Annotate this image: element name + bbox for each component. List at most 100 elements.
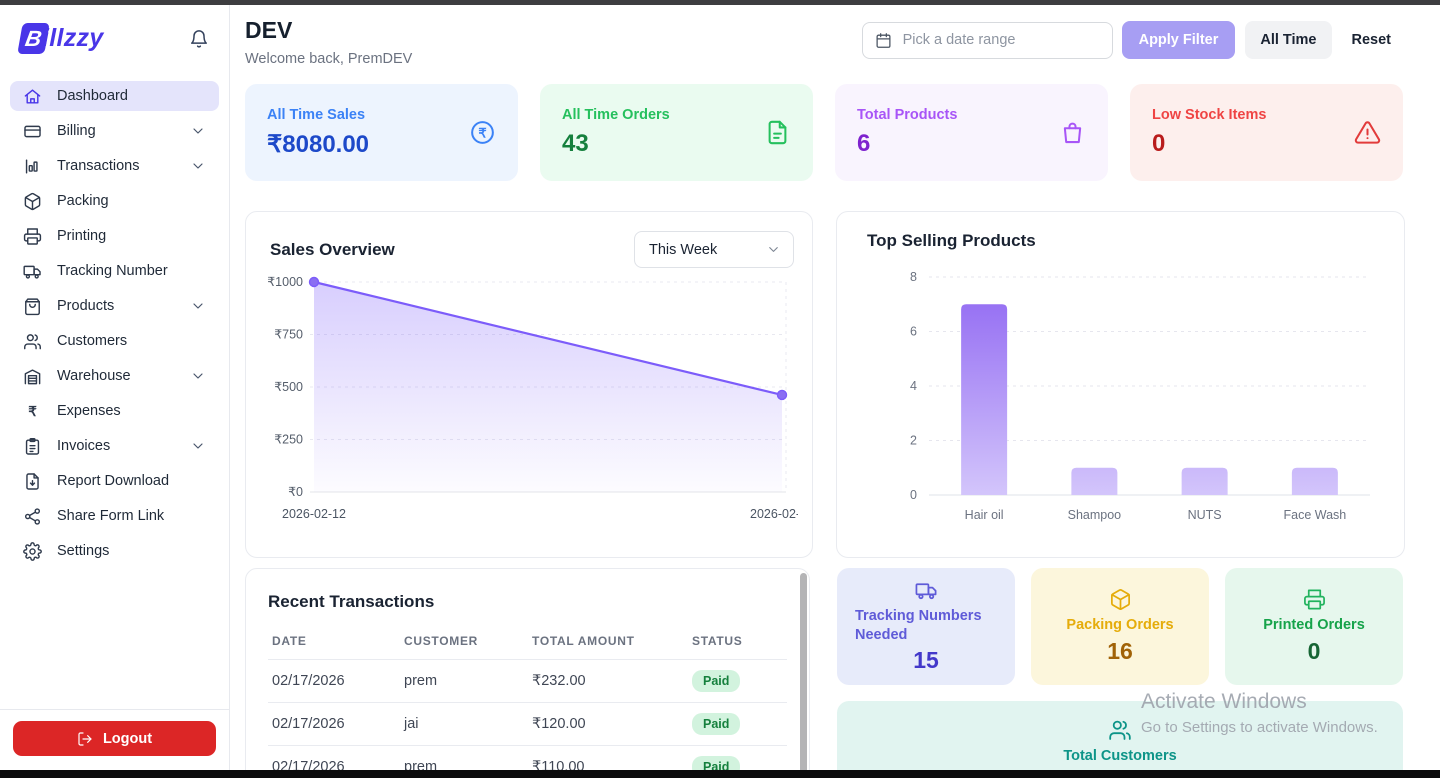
rupee-circle-icon: ₹: [469, 119, 496, 146]
sidebar-item-label: Report Download: [57, 473, 169, 489]
sidebar-item-printing[interactable]: Printing: [10, 221, 219, 251]
mini-card-printed-orders: Printed Orders 0: [1225, 568, 1403, 685]
svg-text:2: 2: [910, 434, 917, 448]
brand-logo[interactable]: B illzzy: [20, 23, 104, 54]
sidebar-nav: Dashboard Billing Transactions Packing P…: [0, 76, 229, 709]
bottom-row: Recent Transactions DATECUSTOMERTOTAL AM…: [245, 568, 1403, 778]
svg-text:8: 8: [910, 270, 917, 284]
chevron-down-icon: [190, 438, 206, 454]
file-down-icon: [23, 472, 42, 491]
logout-label: Logout: [103, 731, 152, 747]
sidebar-item-label: Tracking Number: [57, 263, 168, 279]
sidebar-item-packing[interactable]: Packing: [10, 186, 219, 216]
mini-card-tracking-numbers-needed: Tracking Numbers Needed 15: [837, 568, 1015, 685]
sidebar-item-label: Share Form Link: [57, 508, 164, 524]
sidebar-item-report-download[interactable]: Report Download: [10, 466, 219, 496]
stat-card-all-time-sales: All Time Sales ₹8080.00 ₹: [245, 84, 518, 181]
total-customers-label: Total Customers: [1063, 748, 1176, 764]
truck-icon: [915, 579, 938, 602]
svg-text:Shampoo: Shampoo: [1068, 508, 1122, 522]
top-selling-chart: 02468Hair oilShampooNUTSFace Wash: [853, 251, 1388, 531]
cell-date: 02/17/2026: [268, 660, 400, 703]
stat-label: All Time Orders: [562, 107, 670, 123]
home-icon: [23, 87, 42, 106]
window-chrome-top: [0, 0, 1440, 5]
sidebar-item-billing[interactable]: Billing: [10, 116, 219, 146]
cell-date: 02/17/2026: [268, 703, 400, 746]
status-badge: Paid: [692, 713, 740, 735]
mini-cards-row: Tracking Numbers Needed 15 Packing Order…: [837, 568, 1403, 685]
notifications-bell-icon[interactable]: [189, 29, 209, 49]
receipt-icon: [764, 119, 791, 146]
sidebar-item-tracking-number[interactable]: Tracking Number: [10, 256, 219, 286]
svg-text:6: 6: [910, 325, 917, 339]
svg-text:₹750: ₹750: [274, 328, 303, 342]
sidebar-item-products[interactable]: Products: [10, 291, 219, 321]
scrollbar-thumb[interactable]: [800, 573, 807, 778]
sales-overview-header: Sales Overview This Week: [262, 226, 796, 268]
sidebar-item-customers[interactable]: Customers: [10, 326, 219, 356]
sidebar-item-dashboard[interactable]: Dashboard: [10, 81, 219, 111]
stat-card-all-time-orders: All Time Orders 43: [540, 84, 813, 181]
clipboard-icon: [23, 437, 42, 456]
sidebar-item-warehouse[interactable]: Warehouse: [10, 361, 219, 391]
stat-label: Total Products: [857, 107, 957, 123]
transactions-table: DATECUSTOMERTOTAL AMOUNTSTATUS 02/17/202…: [268, 626, 787, 778]
svg-text:₹250: ₹250: [274, 433, 303, 447]
svg-text:₹: ₹: [28, 403, 37, 418]
reset-button[interactable]: Reset: [1340, 21, 1404, 59]
all-time-button[interactable]: All Time: [1245, 21, 1331, 59]
handbag-icon: [1059, 119, 1086, 146]
chevron-down-icon: [190, 368, 206, 384]
column-header-customer: CUSTOMER: [400, 626, 528, 660]
svg-text:NUTS: NUTS: [1188, 508, 1222, 522]
range-select-dropdown[interactable]: This Week: [634, 231, 794, 268]
box-icon: [1109, 588, 1132, 611]
summary-column: Tracking Numbers Needed 15 Packing Order…: [837, 568, 1403, 778]
transactions-table-header: DATECUSTOMERTOTAL AMOUNTSTATUS: [268, 626, 787, 660]
apply-filter-button[interactable]: Apply Filter: [1122, 21, 1236, 59]
printer-icon: [1303, 588, 1326, 611]
svg-text:2026-02-12: 2026-02-12: [282, 507, 346, 521]
truck-icon: [23, 262, 42, 281]
stat-value: 0: [1152, 130, 1266, 158]
sidebar-item-share-form-link[interactable]: Share Form Link: [10, 501, 219, 531]
window-chrome-bottom: [0, 770, 1440, 778]
status-badge: Paid: [692, 670, 740, 692]
page-header: DEV Welcome back, PremDEV Pick a date ra…: [245, 17, 1403, 67]
cell-amount: ₹120.00: [528, 703, 688, 746]
sidebar-item-transactions[interactable]: Transactions: [10, 151, 219, 181]
sidebar-item-label: Printing: [57, 228, 106, 244]
logout-button[interactable]: Logout: [13, 721, 216, 756]
column-header-total-amount: TOTAL AMOUNT: [528, 626, 688, 660]
svg-text:4: 4: [910, 379, 917, 393]
sidebar-item-invoices[interactable]: Invoices: [10, 431, 219, 461]
sidebar-item-label: Expenses: [57, 403, 121, 419]
svg-text:₹1000: ₹1000: [267, 275, 303, 289]
welcome-text: Welcome back, PremDEV: [245, 51, 412, 67]
date-range-placeholder: Pick a date range: [903, 32, 1016, 48]
sidebar-item-expenses[interactable]: ₹ Expenses: [10, 396, 219, 426]
rupee-icon: ₹: [23, 402, 42, 421]
sales-overview-chart: ₹0₹250₹500₹750₹10002026-02-122026-02-17: [262, 268, 798, 526]
page-title: DEV: [245, 17, 412, 44]
stat-text: Low Stock Items 0: [1152, 107, 1266, 158]
sidebar-item-label: Billing: [57, 123, 96, 139]
brand-logo-badge: B: [17, 23, 49, 54]
chevron-down-icon: [190, 298, 206, 314]
svg-text:Face Wash: Face Wash: [1283, 508, 1346, 522]
cell-customer: jai: [400, 703, 528, 746]
table-row: 02/17/2026 prem ₹232.00 Paid: [268, 660, 787, 703]
stat-value: 6: [857, 130, 957, 158]
header-controls: Pick a date range Apply Filter All Time …: [862, 21, 1403, 59]
stat-value: 43: [562, 130, 670, 158]
chart-icon: [23, 157, 42, 176]
charts-row: Sales Overview This Week ₹0₹250₹500₹750₹…: [245, 211, 1403, 558]
sidebar-item-label: Settings: [57, 543, 109, 559]
sidebar-item-settings[interactable]: Settings: [10, 536, 219, 566]
top-selling-title: Top Selling Products: [853, 226, 1388, 251]
date-range-input[interactable]: Pick a date range: [862, 22, 1113, 59]
brand-logo-text: illzzy: [42, 24, 104, 53]
mini-card-label: Packing Orders: [1066, 616, 1173, 635]
gear-icon: [23, 542, 42, 561]
